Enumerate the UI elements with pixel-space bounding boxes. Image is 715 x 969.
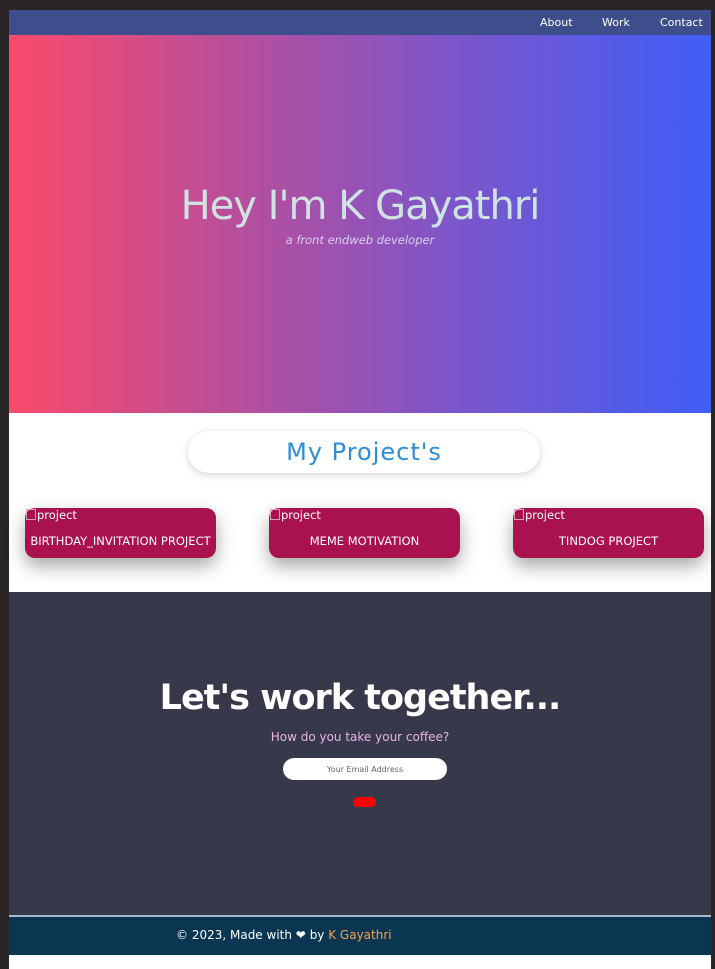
project-card-birthday[interactable]: project BIRTHDAY_INVITATION PROJECT [25, 508, 216, 558]
project-card-label: BIRTHDAY_INVITATION PROJECT [30, 534, 211, 548]
hero-title: Hey I'm K Gayathri [180, 183, 541, 229]
project-image: project [514, 508, 565, 522]
nav-link-work[interactable]: Work [602, 16, 630, 29]
broken-image-icon [514, 509, 524, 520]
broken-image-icon [270, 509, 280, 520]
page: About Work Contact Hey I'm K Gayathri a … [9, 10, 711, 969]
hero-subtitle: a front endweb developer [285, 233, 435, 247]
project-image-alt: project [525, 508, 565, 522]
project-card-tindog[interactable]: project TINDOG PROJECT [513, 508, 704, 558]
project-image-alt: project [37, 508, 77, 522]
footer-prefix: © 2023, Made with [176, 928, 292, 942]
contact-tagline: How do you take your coffee? [270, 730, 450, 744]
footer-by: by [309, 928, 325, 942]
project-image: project [270, 508, 321, 522]
project-image-alt: project [281, 508, 321, 522]
email-input[interactable] [283, 758, 447, 780]
footer-author-link[interactable]: K Gayathri [328, 928, 391, 942]
nav-link-contact[interactable]: Contact [660, 16, 703, 29]
project-card-label: TINDOG PROJECT [558, 534, 659, 548]
footer: © 2023, Made with ❤ by K Gayathri [9, 915, 711, 955]
top-nav: About Work Contact [9, 10, 711, 35]
project-card-meme[interactable]: project MEME MOTIVATION [269, 508, 460, 558]
heart-icon: ❤ [295, 928, 306, 942]
contact-section: Let's work together... How do you take y… [9, 592, 711, 915]
project-card-label: MEME MOTIVATION [309, 534, 420, 548]
footer-credit: © 2023, Made with ❤ by K Gayathri [176, 928, 392, 942]
project-image: project [26, 508, 77, 522]
hero-section: Hey I'm K Gayathri a front endweb develo… [9, 35, 711, 413]
projects-section: My Project's project BIRTHDAY_INVITATION… [9, 413, 711, 592]
nav-link-about[interactable]: About [540, 16, 573, 29]
contact-title: Let's work together... [159, 678, 562, 718]
broken-image-icon [26, 509, 36, 520]
projects-title: My Project's [188, 431, 540, 473]
subscribe-button[interactable] [353, 797, 376, 807]
